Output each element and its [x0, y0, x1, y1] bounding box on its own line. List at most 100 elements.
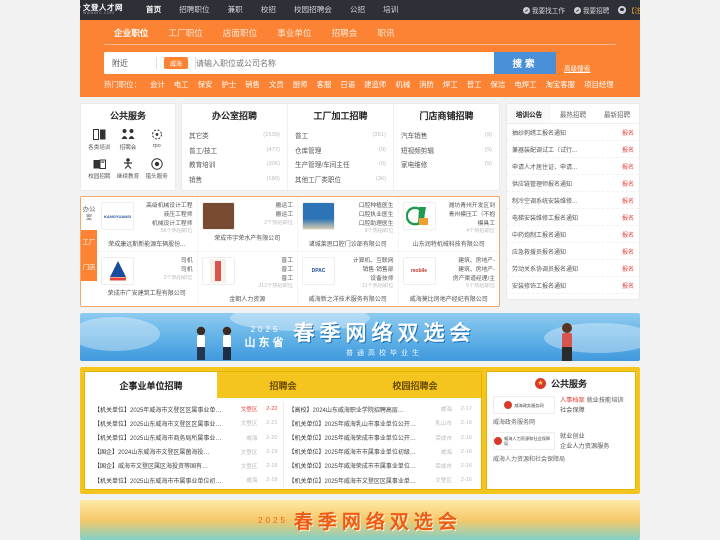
service-link-training[interactable]: 就业技能培训 [586, 397, 623, 404]
company-card[interactable]: 口腔种植医生 口腔执业医生 口腔助理医生 9个热招职位 诸城莱思口腔门诊部有限公… [298, 197, 399, 253]
company-job[interactable]: 口腔执业医生 [339, 211, 394, 220]
hot-keyword-2[interactable]: 保安 [198, 79, 213, 90]
hot-keyword-12[interactable]: 焊工 [443, 79, 458, 90]
signup-link[interactable]: 报名 [622, 281, 634, 290]
announcement-row[interactable]: 供应链管理师报名通知 报名 [507, 175, 639, 192]
company-job[interactable]: 司机 [138, 266, 193, 275]
company-name[interactable]: 荣成康远斯新能源车辆股份... [101, 239, 193, 248]
hot-keyword-13[interactable]: 普工 [467, 79, 482, 90]
service-block[interactable]: 威海人力资源和社会保障局 就业创业 企业人力资源服务 [493, 432, 629, 451]
hot-keyword-1[interactable]: 电工 [174, 79, 189, 90]
promo-banner-spring-fair[interactable]: 2025 山东省 春季网络双选会 普通高校毕业生 [80, 313, 640, 362]
hot-keyword-8[interactable]: 日语 [340, 79, 355, 90]
signup-link[interactable]: 报名 [622, 196, 634, 205]
hot-keyword-0[interactable]: 会计 [150, 79, 165, 90]
tab-job-fair[interactable]: 招聘会 [217, 372, 349, 399]
public-service-item-jobfair[interactable]: 招聘会 [114, 128, 143, 151]
institution-row[interactable]: 【机关单位】 2025年威海市市属事业单位初级… 威海 2-16 [289, 445, 473, 459]
company-job[interactable]: 建筑、房地产- [440, 266, 495, 275]
company-job[interactable]: 销售·销售部 [339, 266, 394, 275]
hot-keyword-7[interactable]: 客服 [317, 79, 332, 90]
announcement-row[interactable]: 劳动关系协调员报名通知 报名 [507, 260, 639, 277]
catnav-item-news[interactable]: 职讯 [367, 25, 404, 42]
search-location-label[interactable]: 附近 [112, 58, 156, 69]
search-button[interactable]: 搜索 [494, 52, 556, 74]
tab-institution-recruit[interactable]: 企事业单位招聘 [85, 372, 217, 399]
public-service-item-training[interactable]: 各类培训 [85, 128, 114, 151]
catnav-item-jobfair[interactable]: 招聘会 [322, 25, 368, 42]
company-card[interactable]: DPAC 计算机、互联网 销售·销售部 设备技师 11个热招职位 威海新之洋技术… [298, 252, 399, 307]
company-card[interactable]: KANGYUANSI 高级机械设计工程 液压工程师 机械设计工程师 56个热招职… [97, 197, 198, 253]
company-job[interactable]: 房产渠道经理/主 [440, 275, 495, 284]
announcement-row[interactable]: 应急救援员报名通知 报名 [507, 243, 639, 260]
institution-row[interactable]: 【高校】 2024山东威海职业学院招聘高层… 威海 2-17 [289, 402, 473, 416]
institution-row[interactable]: 【机关单位】 2025年威海荣成市事业单位公开… 荣成市 2-16 [289, 430, 473, 444]
institution-row[interactable]: 【国企】 威海市文登区属区海投资等国有… 文登区 2-18 [94, 459, 278, 473]
institution-row[interactable]: 【机关单位】 2025年威海市文登区区属事业单… 文登区 2-16 [289, 473, 473, 487]
hot-keyword-5[interactable]: 文员 [269, 79, 284, 90]
side-tab-store[interactable]: 门店 [81, 255, 97, 281]
company-job[interactable]: 搬运工 [239, 211, 293, 220]
company-card[interactable]: 搬运工 搬运工 2个热招职位 荣成市宇荣水产有限公司 [197, 197, 298, 253]
hot-keyword-11[interactable]: 消防 [419, 79, 434, 90]
hot-keyword-10[interactable]: 机械 [395, 79, 410, 90]
signup-link[interactable]: 报名 [622, 179, 634, 188]
company-name[interactable]: 山东润特机械科技有限公司 [403, 239, 496, 248]
category-row[interactable]: 生产管理/车间主任 (0) [295, 157, 386, 172]
public-service-item-continuing[interactable]: 继续教育 [114, 157, 143, 180]
institution-row[interactable]: 【机关单位】 2025年威海市文登区区属事业单… 文登区 2-22 [94, 402, 278, 416]
company-card[interactable]: 普工 普工 普工 312个热招职位 金朝人力资源 [198, 252, 298, 307]
catnav-item-institution[interactable]: 事业单位 [267, 25, 321, 42]
company-job[interactable]: 司机 [138, 257, 193, 266]
public-service-item-headhunt[interactable]: 猎头服务 [142, 157, 171, 180]
company-job[interactable]: 设备技师 [339, 275, 393, 284]
company-name[interactable]: 威海新之洋技术服务有限公司 [302, 294, 394, 303]
hot-keyword-17[interactable]: 项目经理 [584, 79, 614, 90]
public-service-item-rpo[interactable]: rpo [142, 128, 171, 151]
company-name[interactable]: 金朝人力资源 [202, 294, 294, 303]
announcement-row[interactable]: 安装修饰工报名通知 报名 [507, 277, 639, 294]
topnav-item-0[interactable]: 首页 [137, 0, 170, 20]
hot-keyword-14[interactable]: 保洁 [491, 79, 506, 90]
catnav-item-store[interactable]: 店面职位 [213, 25, 267, 42]
company-job[interactable]: 机械设计工程师 [138, 220, 193, 229]
signup-link[interactable]: 报名 [622, 128, 634, 137]
category-row[interactable]: 汽车销售 (9) [401, 128, 492, 143]
hot-keyword-16[interactable]: 淘宝客服 [546, 79, 576, 90]
announcement-row[interactable]: 抽纱刺绣工报名通知 报名 [507, 124, 639, 141]
post-job-button[interactable]: 我要招聘 [573, 5, 609, 15]
side-tab-factory[interactable]: 工厂 [81, 230, 97, 256]
category-row[interactable]: 短视频剪辑 (9) [401, 143, 492, 158]
catnav-item-factory[interactable]: 工厂职位 [158, 25, 212, 42]
company-job[interactable]: 普工 [239, 257, 293, 266]
announcement-row[interactable]: 申请人才居住证、申请... 报名 [507, 158, 639, 175]
institution-row[interactable]: 【机关单位】 2025年威海乳山市事业单位公开… 乳山市 2-16 [289, 416, 473, 430]
institution-row[interactable]: 【机关单位】 2025年威海荣成市市属事业单位… 荣成市 2-16 [289, 459, 473, 473]
announcement-row[interactable]: 中药炮制工报名通知 报名 [507, 226, 639, 243]
hot-keyword-4[interactable]: 销售 [245, 79, 260, 90]
public-service-item-campus[interactable]: 校园招聘 [85, 157, 114, 180]
company-name[interactable]: 荣成市宇荣水产有限公司 [202, 233, 294, 242]
category-row[interactable]: 普工 (351) [295, 128, 386, 143]
topnav-item-5[interactable]: 公招 [341, 0, 374, 20]
company-name[interactable]: 诸城莱思口腔门诊部有限公司 [302, 239, 394, 248]
institution-row[interactable]: 【机关单位】 2025山东威海市市属事业单位初… 威海 2-18 [94, 473, 278, 487]
topnav-item-4[interactable]: 校园招聘会 [285, 0, 341, 20]
institution-row[interactable]: 【机关单位】 2025山东威海市商务局所属事业… 威海 2-20 [94, 430, 278, 444]
category-row[interactable]: 普工/技工 (477) [189, 143, 280, 158]
service-link-archive[interactable]: 人事档案 [560, 397, 585, 404]
signup-link[interactable]: 报名 [622, 230, 634, 239]
company-card[interactable]: mobile 建筑、房地产- 建筑、房地产- 房产渠道经理/主 5个热招职位 威… [399, 252, 500, 306]
service-link-social[interactable]: 社会保障 [560, 407, 585, 414]
announcement-row[interactable]: 电梯安装维修工报名通知 报名 [507, 209, 639, 226]
service-link-startup[interactable]: 就业创业 [560, 433, 585, 440]
company-name[interactable]: 荣成市广安建筑工程有限公司 [101, 288, 193, 297]
company-card[interactable]: 潍坊青州开发区到 青州模压工（不抱 模具工 4个热招职位 山东润特机械科技有限公… [398, 197, 499, 253]
company-job[interactable]: 建筑、房地产- [440, 257, 495, 266]
topnav-item-6[interactable]: 培训 [374, 0, 407, 20]
search-city-badge[interactable]: 威海 [164, 57, 189, 69]
institution-row[interactable]: 【国企】 2024山东威海市文登区属菌海投… 文登区 2-19 [94, 445, 278, 459]
signup-link[interactable]: 报名 [622, 145, 634, 154]
hot-keyword-6[interactable]: 厨师 [293, 79, 308, 90]
category-row[interactable]: 销售 (180) [189, 172, 280, 187]
